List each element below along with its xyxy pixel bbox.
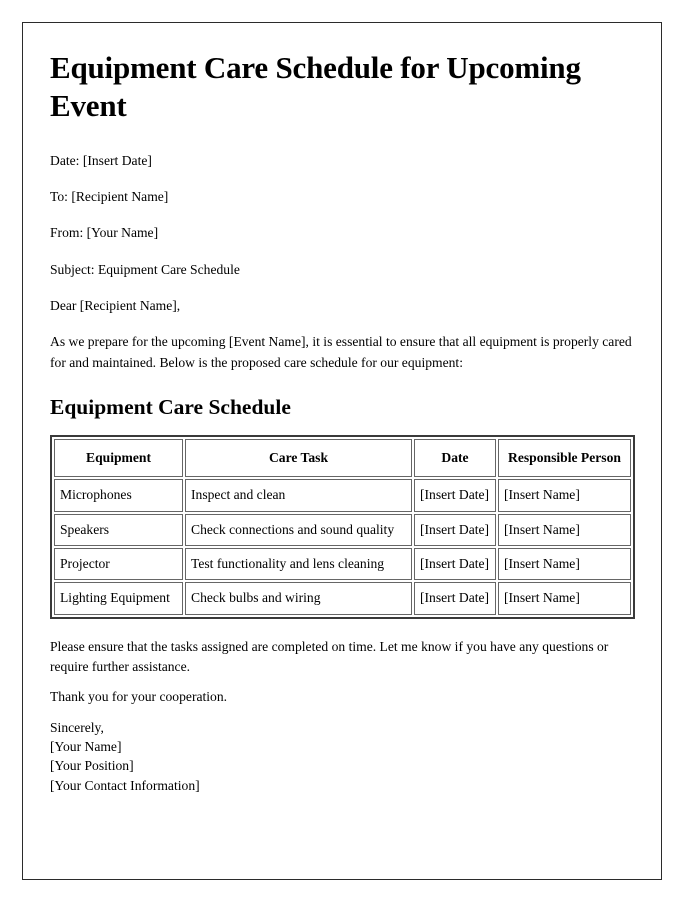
cell-care-task: Inspect and clean [185,479,412,512]
cell-responsible-person: [Insert Name] [498,513,631,546]
table-row: Projector Test functionality and lens cl… [54,547,631,581]
cell-care-task: Check bulbs and wiring [185,582,412,615]
cell-equipment: Speakers [54,513,183,546]
table-row: Microphones Inspect and clean [Insert Da… [54,479,631,512]
cell-date: [Insert Date] [414,479,496,512]
signature-contact: [Your Contact Information] [50,777,200,793]
column-header-equipment: Equipment [54,438,183,478]
meta-line-to: To: [Recipient Name] [50,188,169,204]
signature-position: [Your Position] [50,758,134,774]
meta-line-from: From: [Your Name] [50,225,159,241]
section-heading: Equipment Care Schedule [50,394,291,419]
table-row: Speakers Check connections and sound qua… [54,513,631,546]
table-row: Lighting Equipment Check bulbs and wirin… [54,582,631,615]
page-title: Equipment Care Schedule for Upcoming Eve… [50,50,581,123]
meta-line-date: Date: [Insert Date] [50,152,152,168]
meta-line-subject: Subject: Equipment Care Schedule [50,261,240,277]
signature-sincerely: Sincerely, [50,719,104,735]
table-header: Equipment Care Task Date Responsible Per… [54,438,631,478]
equipment-care-schedule-table: Equipment Care Task Date Responsible Per… [50,434,635,619]
cell-responsible-person: [Insert Name] [498,582,631,615]
cell-equipment: Microphones [54,479,183,512]
cell-responsible-person: [Insert Name] [498,547,631,581]
document-body: Equipment Care Schedule for Upcoming Eve… [23,23,661,795]
cell-date: [Insert Date] [414,513,496,546]
salutation: Dear [Recipient Name], [50,297,181,313]
signature-name: [Your Name] [50,739,122,755]
column-header-responsible-person: Responsible Person [498,438,631,478]
table-body: Microphones Inspect and clean [Insert Da… [54,479,631,615]
column-header-date: Date [414,438,496,478]
closing-paragraph: Please ensure that the tasks assigned ar… [50,638,609,674]
thanks-paragraph: Thank you for your cooperation. [50,689,228,705]
table-header-row: Equipment Care Task Date Responsible Per… [54,438,631,478]
cell-care-task: Check connections and sound quality [185,513,412,546]
cell-date: [Insert Date] [414,547,496,581]
intro-paragraph: As we prepare for the upcoming [Event Na… [50,334,632,370]
cell-equipment: Projector [54,547,183,581]
cell-responsible-person: [Insert Name] [498,479,631,512]
cell-care-task: Test functionality and lens cleaning [185,547,412,581]
column-header-care-task: Care Task [185,438,412,478]
cell-equipment: Lighting Equipment [54,582,183,615]
cell-date: [Insert Date] [414,582,496,615]
document-page: Equipment Care Schedule for Upcoming Eve… [22,22,662,880]
